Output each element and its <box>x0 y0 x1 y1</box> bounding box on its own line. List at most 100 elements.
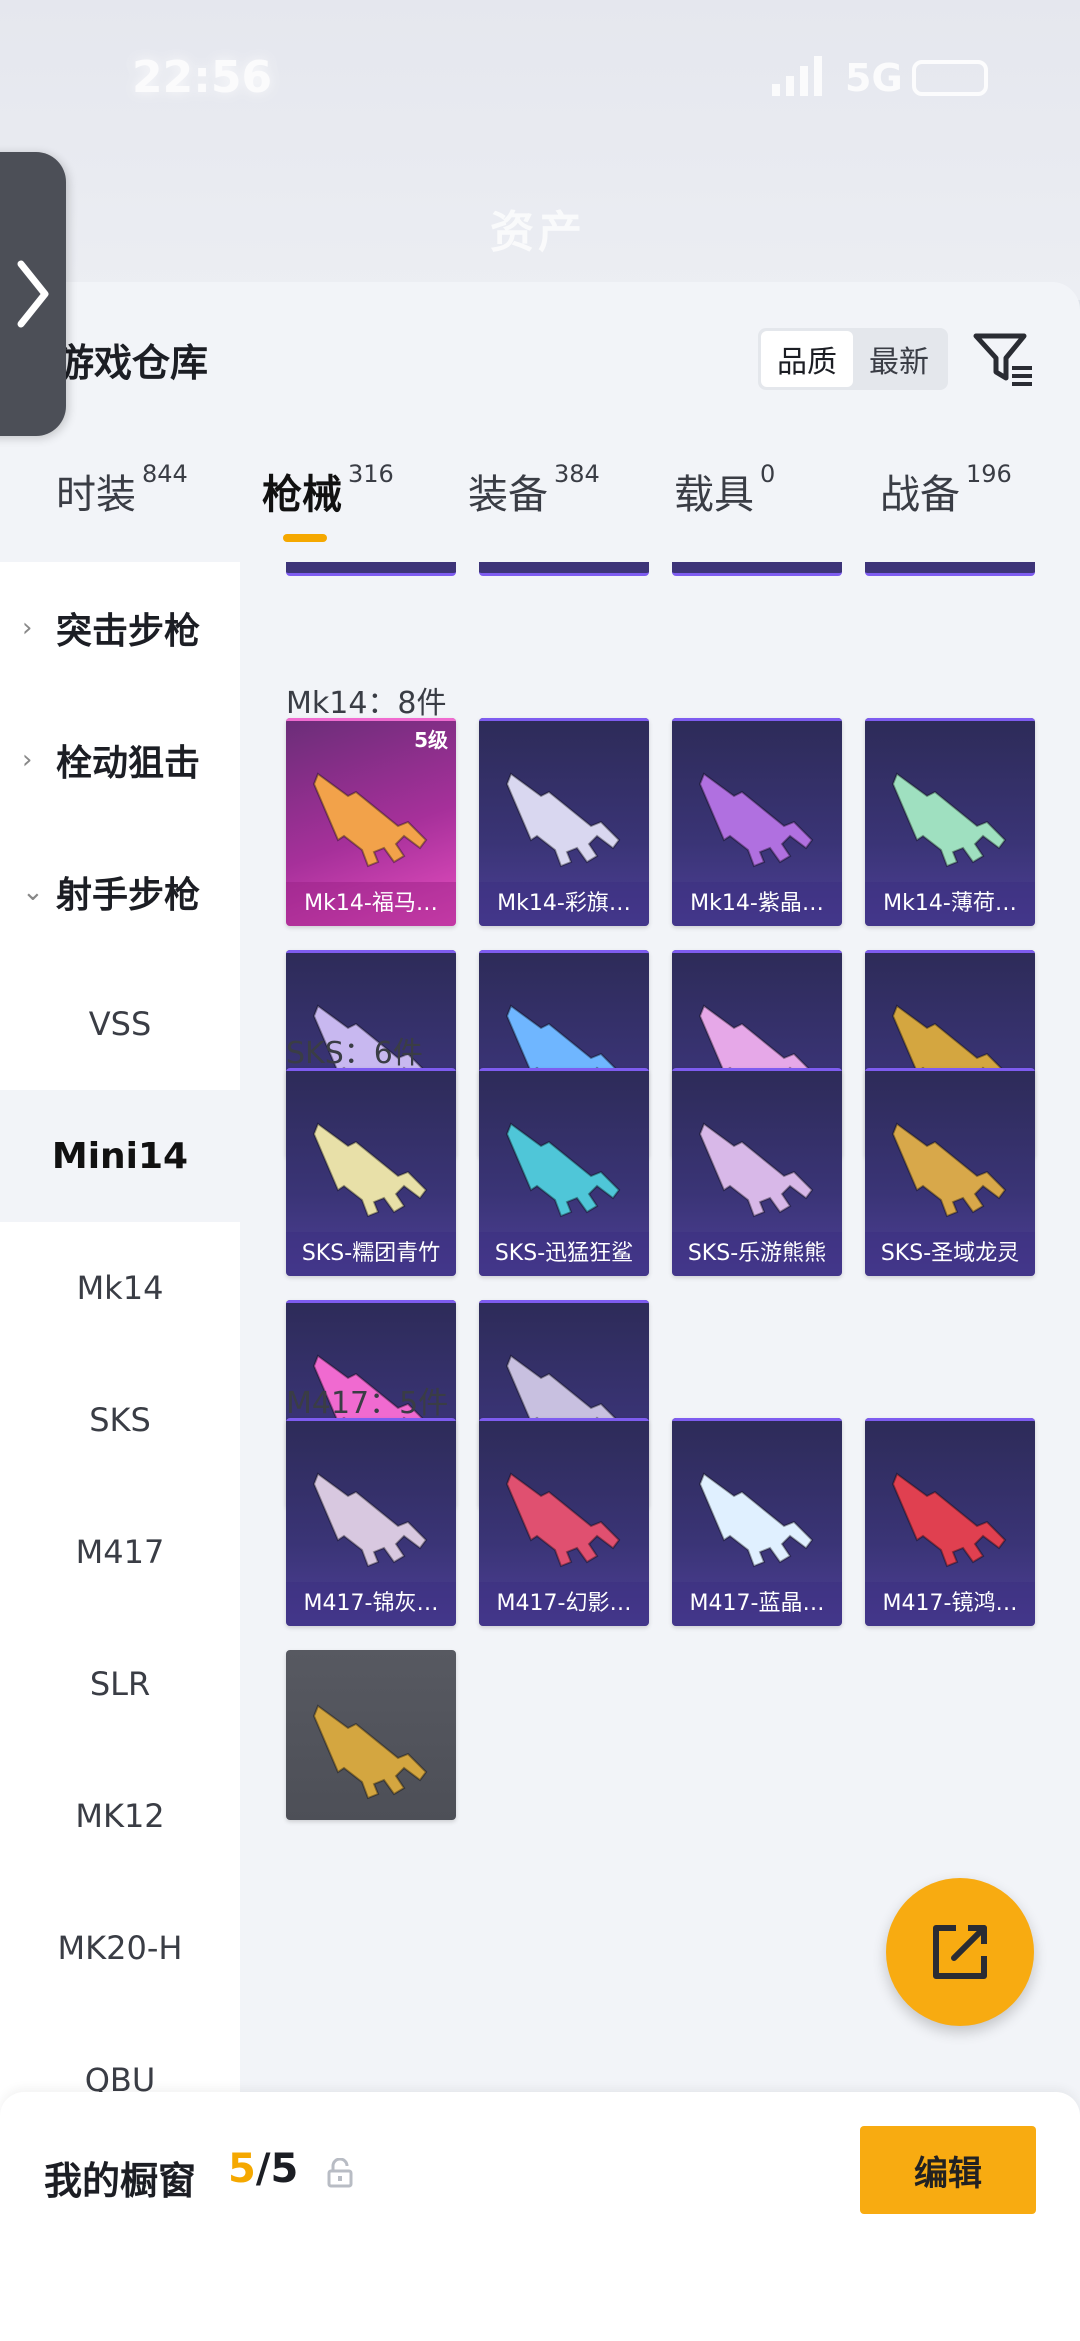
subcategory-mk14[interactable]: Mk14 <box>0 1222 240 1354</box>
rifle-icon <box>698 1122 814 1218</box>
showcase-current: 5 <box>228 2146 256 2192</box>
tab-label: 战备 <box>880 472 960 518</box>
side-expand-handle[interactable] <box>0 152 66 436</box>
weapon-card[interactable]: Mk14-紫晶… <box>672 718 842 926</box>
status-bar: 22:56 5G 资产 <box>0 0 1080 300</box>
rifle-icon <box>891 1472 1007 1568</box>
weapon-name: Mk14-福马… <box>286 882 456 926</box>
rifle-icon <box>505 1122 621 1218</box>
showcase-total: /5 <box>255 2146 299 2192</box>
tab-vehicles[interactable]: 载具 0 <box>674 460 776 552</box>
weapon-card[interactable]: Mk14-彩旗… <box>479 718 649 926</box>
lock-icon <box>327 2158 353 2188</box>
tab-count: 0 <box>760 460 776 488</box>
chevron-down-icon: ⌄ <box>22 877 44 907</box>
tab-label: 枪械 <box>262 472 342 518</box>
edit-button[interactable]: 编辑 <box>860 2126 1036 2214</box>
warehouse-panel: 游戏仓库 品质 最新 时装 844 枪械 316 装备 384 载具 0 战备 … <box>0 282 1080 2341</box>
card-edge <box>286 562 456 576</box>
weapon-card[interactable]: SKS-乐游熊熊 <box>672 1068 842 1276</box>
subcategory-mk12[interactable]: MK12 <box>0 1750 240 1882</box>
level-badge: 5级 <box>414 728 448 752</box>
weapon-name: SKS-迅猛狂鲨 <box>479 1232 649 1276</box>
weapon-name: SKS-圣域龙灵 <box>865 1232 1035 1276</box>
tab-guns[interactable]: 枪械 316 <box>262 460 394 552</box>
section-title: SKS：6件 <box>286 1036 423 1071</box>
chevron-right-icon: › <box>22 613 33 643</box>
section-title: Mk14：8件 <box>286 686 447 721</box>
card-edge <box>865 562 1035 576</box>
share-button[interactable] <box>886 1878 1034 2026</box>
rifle-icon <box>891 1122 1007 1218</box>
tab-label: 时装 <box>56 472 136 518</box>
panel-title: 游戏仓库 <box>56 341 209 385</box>
category-assault-rifle[interactable]: › 突击步枪 <box>0 562 240 694</box>
subcategory-vss[interactable]: VSS <box>0 958 240 1090</box>
category-label: 突击步枪 <box>56 611 201 652</box>
weapon-name: M417-镜鸿… <box>865 1582 1035 1626</box>
weapon-name: SKS-乐游熊熊 <box>672 1232 842 1276</box>
tab-label: 载具 <box>674 472 754 518</box>
showcase-label: 我的橱窗 <box>44 2159 197 2203</box>
weapon-card[interactable]: SKS-圣域龙灵 <box>865 1068 1035 1276</box>
sort-toggle: 品质 最新 <box>758 328 948 390</box>
rifle-icon <box>312 1122 428 1218</box>
weapon-card[interactable]: 5级 Mk14-福马… <box>286 718 456 926</box>
subcategory-sks[interactable]: SKS <box>0 1354 240 1486</box>
chevron-right-icon <box>17 260 49 328</box>
signal-icon <box>772 56 822 96</box>
tab-fashion[interactable]: 时装 844 <box>56 460 188 552</box>
category-bolt-sniper[interactable]: › 栓动狙击 <box>0 694 240 826</box>
tab-count: 316 <box>348 460 394 488</box>
tab-equipment[interactable]: 装备 384 <box>468 460 600 552</box>
subcategory-mini14[interactable]: Mini14 <box>0 1090 240 1222</box>
tab-combat-gear[interactable]: 战备 196 <box>880 460 1012 552</box>
weapon-name: SKS-糯团青竹 <box>286 1232 456 1276</box>
weapon-name: M417-锦灰… <box>286 1582 456 1626</box>
weapon-card[interactable]: SKS-迅猛狂鲨 <box>479 1068 649 1276</box>
weapon-grid: Mk14：8件 5级 Mk14-福马… Mk14-彩旗… Mk14-紫晶… Mk14-薄荷… <box>240 562 1080 2341</box>
rifle-icon <box>698 772 814 868</box>
subcategory-slr[interactable]: SLR <box>0 1618 240 1750</box>
weapon-card[interactable]: M417-幻影… <box>479 1418 649 1626</box>
category-tabs: 时装 844 枪械 316 装备 384 载具 0 战备 196 <box>0 460 1080 552</box>
subcategory-m417[interactable]: M417 <box>0 1486 240 1618</box>
weapon-card[interactable]: M417-锦灰… <box>286 1418 456 1626</box>
tab-count: 196 <box>966 460 1012 488</box>
subcategory-mk20h[interactable]: MK20-H <box>0 1882 240 2014</box>
sort-quality[interactable]: 品质 <box>761 331 853 387</box>
network-type: 5G <box>845 56 903 100</box>
rifle-icon <box>312 772 428 868</box>
card-edge <box>479 562 649 576</box>
weapon-name: M417-蓝晶… <box>672 1582 842 1626</box>
tab-label: 装备 <box>468 472 548 518</box>
chevron-right-icon: › <box>22 745 33 775</box>
active-tab-indicator <box>283 534 327 542</box>
showcase-count: 5/5 <box>228 2146 298 2192</box>
filter-icon[interactable] <box>972 332 1036 390</box>
weapon-name: M417-幻影… <box>479 1582 649 1626</box>
sort-latest[interactable]: 最新 <box>853 331 945 387</box>
rifle-icon <box>891 772 1007 868</box>
weapon-card[interactable] <box>286 1650 456 1820</box>
rifle-icon <box>505 772 621 868</box>
tab-count: 844 <box>142 460 188 488</box>
showcase-bar: 我的橱窗 5/5 编辑 <box>0 2092 1080 2341</box>
weapon-card[interactable]: Mk14-薄荷… <box>865 718 1035 926</box>
weapon-name: Mk14-薄荷… <box>865 882 1035 926</box>
rifle-icon <box>312 1472 428 1568</box>
card-edge <box>672 562 842 576</box>
rifle-icon <box>505 1472 621 1568</box>
weapon-card[interactable]: SKS-糯团青竹 <box>286 1068 456 1276</box>
tab-count: 384 <box>554 460 600 488</box>
status-time: 22:56 <box>132 52 273 103</box>
rifle-icon <box>698 1472 814 1568</box>
weapon-name: Mk14-紫晶… <box>672 882 842 926</box>
weapon-card[interactable]: M417-蓝晶… <box>672 1418 842 1626</box>
category-dmr[interactable]: ⌄ 射手步枪 <box>0 826 240 958</box>
page-title: 资产 <box>490 207 586 258</box>
weapon-card[interactable]: M417-镜鸿… <box>865 1418 1035 1626</box>
battery-icon <box>912 60 988 96</box>
weapon-name: Mk14-彩旗… <box>479 882 649 926</box>
share-icon <box>933 1925 987 1979</box>
